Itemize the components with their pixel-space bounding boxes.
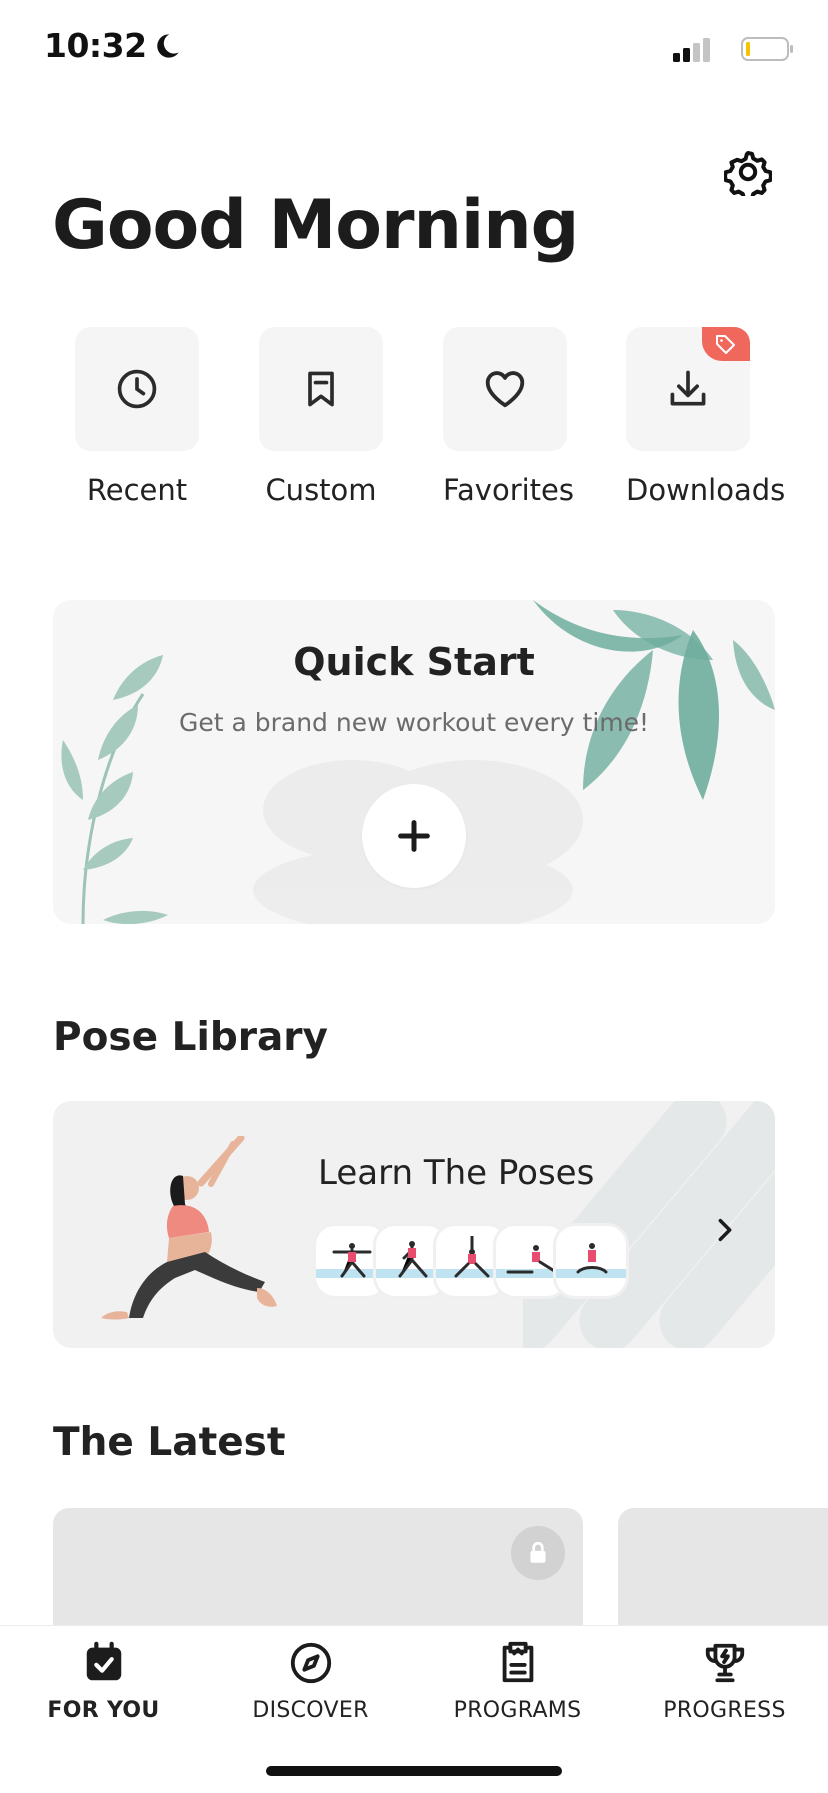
tag-icon	[716, 335, 735, 354]
home-indicator	[266, 1766, 562, 1776]
plus-icon	[398, 820, 430, 852]
tab-label: DISCOVER	[252, 1698, 369, 1723]
the-latest-heading: The Latest	[53, 1420, 286, 1465]
time-text: 10:32	[44, 26, 147, 65]
locked-badge	[511, 1526, 565, 1580]
downloads-label: Downloads	[626, 473, 786, 507]
status-time: 10:32	[44, 26, 181, 65]
tab-label: PROGRESS	[663, 1698, 786, 1723]
download-icon	[670, 370, 706, 406]
pose-library-card[interactable]: Learn The Poses	[53, 1101, 775, 1348]
favorites-tile[interactable]	[443, 327, 567, 451]
quick-action-recent[interactable]: Recent	[75, 327, 199, 507]
calendar-check-icon	[86, 1641, 121, 1681]
pose-thumbnail	[553, 1223, 629, 1299]
quick-start-card[interactable]: Quick Start Get a brand new workout ever…	[53, 600, 775, 924]
heart-icon	[485, 371, 525, 408]
greeting-title: Good Morning	[52, 186, 579, 265]
quick-start-title: Quick Start	[293, 640, 535, 684]
battery-icon	[741, 37, 793, 61]
clock-icon	[117, 369, 157, 409]
pose-library-heading: Pose Library	[53, 1015, 328, 1060]
moon-icon	[156, 33, 179, 58]
pose-figure-icon	[506, 1245, 558, 1274]
custom-tile[interactable]	[259, 327, 383, 451]
custom-label: Custom	[265, 473, 377, 507]
promo-tag-badge	[702, 327, 750, 361]
learn-poses-title: Learn The Poses	[318, 1153, 595, 1193]
recent-label: Recent	[86, 473, 188, 507]
favorites-label: Favorites	[443, 473, 574, 507]
quick-action-custom[interactable]: Custom	[259, 327, 383, 507]
tab-progress[interactable]: PROGRESS	[621, 1626, 828, 1746]
compass-icon	[290, 1642, 331, 1684]
tab-label: FOR YOU	[47, 1698, 160, 1723]
pose-thumbnails	[313, 1223, 633, 1301]
clipboard-icon	[502, 1641, 533, 1683]
tab-programs[interactable]: PROGRAMS	[414, 1626, 621, 1746]
quick-action-downloads[interactable]: Downloads	[626, 327, 786, 507]
tab-discover[interactable]: DISCOVER	[207, 1626, 414, 1746]
pose-figure-icon	[454, 1236, 490, 1278]
quick-action-favorites[interactable]: Favorites	[443, 327, 574, 507]
latest-card[interactable]	[53, 1508, 583, 1628]
pose-figure-icon	[332, 1243, 372, 1278]
gear-icon[interactable]	[724, 148, 772, 196]
latest-card[interactable]	[618, 1508, 828, 1628]
yoga-woman-illustration	[101, 1136, 277, 1320]
pose-figure-icon	[398, 1241, 428, 1278]
chevron-right-icon[interactable]	[711, 1213, 739, 1247]
cellular-signal-icon	[673, 38, 710, 62]
bookmark-icon	[308, 371, 334, 407]
quick-start-subtitle: Get a brand new workout every time!	[178, 708, 650, 737]
pose-figure-icon	[576, 1243, 608, 1274]
lock-icon	[530, 1541, 546, 1563]
downloads-tile[interactable]	[626, 327, 750, 451]
quick-start-add-button[interactable]	[362, 784, 466, 888]
tab-for-you[interactable]: FOR YOU	[0, 1626, 207, 1746]
recent-tile[interactable]	[75, 327, 199, 451]
tab-label: PROGRAMS	[453, 1698, 582, 1723]
trophy-icon	[705, 1643, 744, 1683]
